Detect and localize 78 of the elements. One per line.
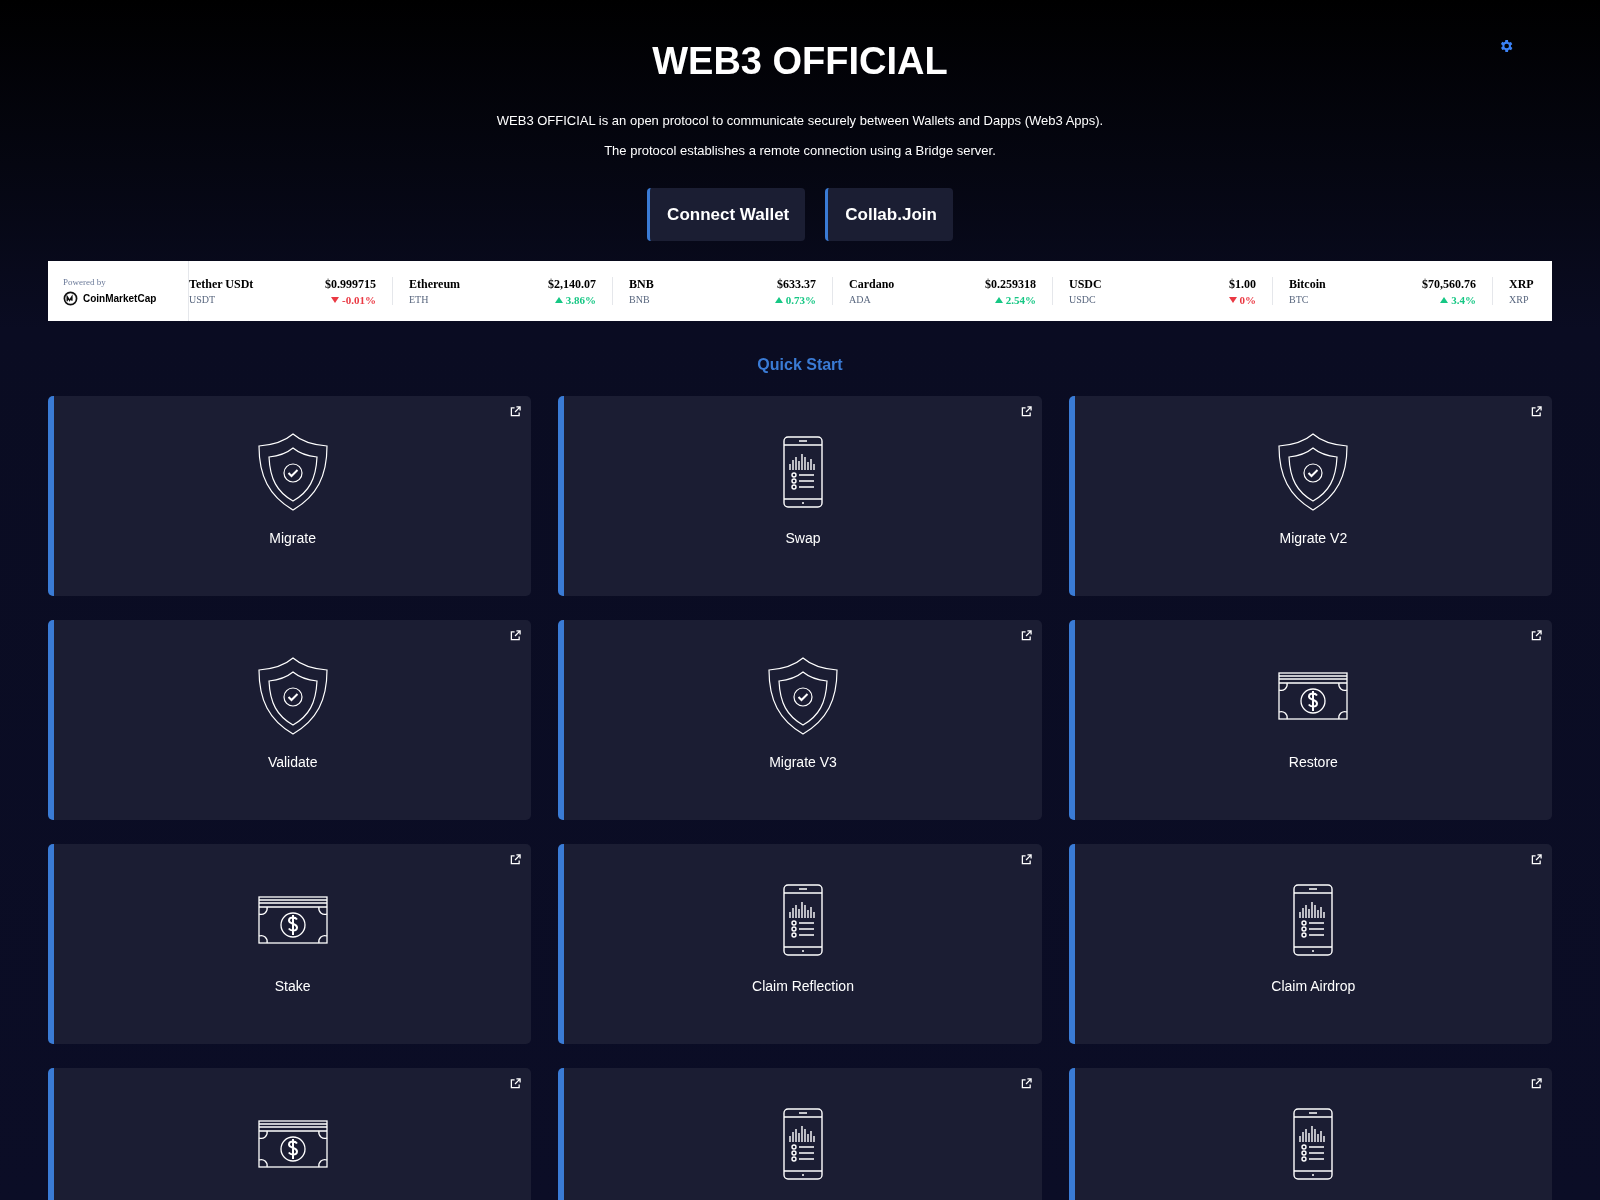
price-change: 2.54%	[1005, 294, 1036, 306]
banknote-icon	[257, 896, 328, 944]
coin-price: $633.37	[777, 277, 816, 292]
card-label: Claim Reflection	[752, 978, 854, 994]
external-link-icon[interactable]	[1531, 630, 1542, 641]
coin-symbol: ETH	[409, 294, 430, 305]
coin-price: $2,140.07	[548, 277, 596, 292]
external-link-icon[interactable]	[1531, 1078, 1542, 1089]
brand-name: CoinMarketCap	[83, 292, 157, 304]
card-label: Migrate	[269, 530, 316, 546]
action-card[interactable]: Migrate V3	[558, 620, 1042, 820]
external-link-icon[interactable]	[1020, 406, 1032, 417]
coin-price: $70,560.76	[1422, 277, 1476, 292]
card-label: Migrate V3	[769, 754, 837, 770]
coin-name: BNB	[629, 277, 654, 292]
coin-price: $1.00	[1229, 277, 1256, 292]
phone-chart-icon	[783, 884, 823, 956]
external-link-icon[interactable]	[1020, 1078, 1032, 1089]
coin-symbol: ADA	[849, 294, 872, 305]
header-button[interactable]: Collab.Join	[825, 188, 953, 241]
external-link-icon[interactable]	[1020, 630, 1032, 641]
price-change: 3.4%	[1451, 294, 1476, 306]
external-link-icon[interactable]	[1531, 406, 1542, 417]
action-card[interactable]: Swap	[558, 396, 1042, 596]
action-card[interactable]: Validate	[48, 620, 532, 820]
coin-name: Tether USDt	[189, 277, 254, 292]
external-link-icon[interactable]	[510, 406, 522, 417]
price-change: -0.01%	[342, 294, 376, 306]
external-link-icon[interactable]	[510, 630, 522, 641]
shield-check-icon	[256, 657, 329, 735]
external-link-icon[interactable]	[510, 854, 522, 865]
card-label: Validate	[267, 754, 318, 770]
coin-name: Bitcoin	[1289, 277, 1326, 292]
action-card[interactable]: Claim Reflection	[558, 844, 1042, 1044]
external-link-icon[interactable]	[1020, 854, 1032, 865]
banknote-icon	[1278, 672, 1349, 720]
action-card[interactable]: Claim Airdrop	[1068, 844, 1552, 1044]
coin-symbol: USDC	[1069, 294, 1097, 305]
card-label: Restore	[1288, 754, 1338, 770]
card-label: Migrate V2	[1279, 530, 1348, 546]
intro-text: WEB3 OFFICIAL is an open protocol to communicate securely between Wallets and Dapps (Web3 Apps).	[496, 113, 1104, 128]
external-link-icon[interactable]	[510, 1078, 522, 1089]
action-card[interactable]: Restore	[1068, 620, 1552, 820]
coin-name: USDC	[1069, 277, 1102, 292]
price-change: 0%	[1239, 294, 1256, 306]
external-link-icon[interactable]	[1531, 854, 1542, 865]
coin-name: Cardano	[849, 277, 895, 292]
settings-icon[interactable]	[1498, 38, 1514, 54]
action-card[interactable]: Migrate	[48, 396, 532, 596]
action-card[interactable]: Stake	[48, 844, 532, 1044]
card-label: Claim Airdrop	[1271, 978, 1356, 994]
phone-chart-icon	[783, 436, 823, 508]
phone-chart-icon	[1293, 1108, 1334, 1180]
powered-by-text: Powered by	[63, 276, 107, 287]
section-title: Quick Start	[756, 356, 844, 374]
phone-chart-icon	[1293, 884, 1334, 956]
logo-icon	[63, 290, 78, 306]
action-card[interactable]: Migrate V2	[1068, 396, 1552, 596]
shield-check-icon	[767, 657, 839, 735]
shield-check-icon	[1277, 433, 1350, 511]
coin-symbol: XRP	[1509, 294, 1530, 305]
shield-check-icon	[256, 433, 329, 511]
coin-price: $0.259318	[985, 277, 1036, 292]
coin-symbol: BNB	[629, 294, 651, 305]
coin-name: XRP	[1509, 277, 1534, 292]
page-title: WEB3 OFFICIAL	[652, 40, 948, 83]
coin-symbol: USDT	[189, 294, 217, 305]
card-label: Swap	[785, 530, 821, 546]
banknote-icon	[257, 1120, 328, 1168]
header-button[interactable]: Connect Wallet	[647, 188, 806, 241]
coin-price: $0.999715	[325, 277, 376, 292]
card-label: Stake	[274, 978, 311, 994]
coin-symbol: BTC	[1289, 294, 1310, 305]
intro-text: The protocol establishes a remote connection using a Bridge server.	[604, 143, 996, 158]
phone-chart-icon	[783, 1108, 823, 1180]
price-change: 3.86%	[565, 294, 596, 306]
price-change: 0.73%	[785, 294, 816, 306]
coin-name: Ethereum	[409, 277, 461, 292]
